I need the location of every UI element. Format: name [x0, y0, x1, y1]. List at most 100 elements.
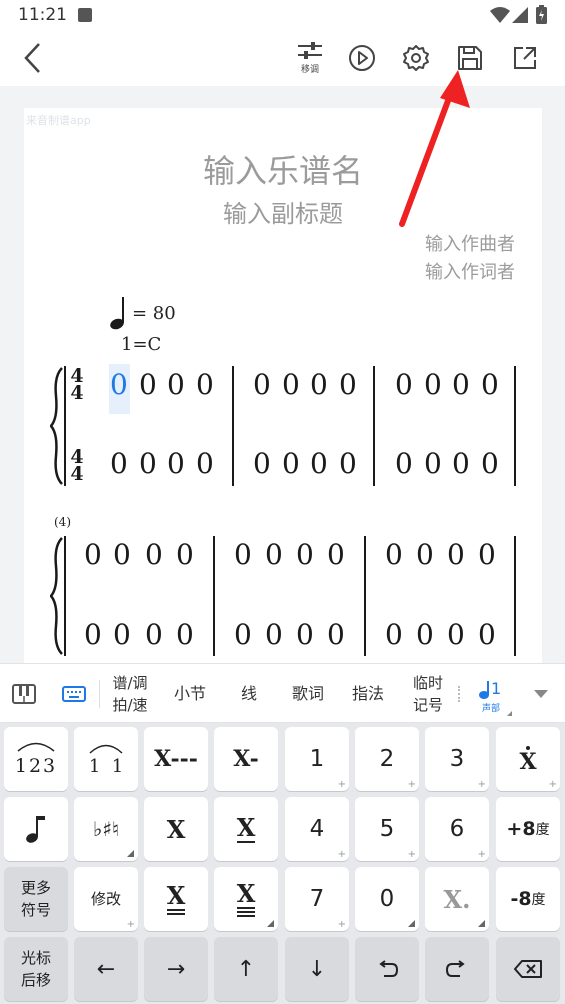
rest-note[interactable]: 0 — [416, 618, 434, 651]
accidental-key[interactable]: ♭♯♮ — [74, 797, 138, 861]
rest-note[interactable]: 0 — [167, 447, 185, 480]
rest-note[interactable]: 0 — [196, 368, 214, 401]
thirty-second-note-key[interactable]: X — [214, 867, 278, 931]
note-key-2[interactable]: 2 + — [355, 727, 419, 791]
redo-key[interactable] — [425, 937, 489, 1001]
tab-fingering[interactable]: 指法 — [340, 664, 396, 724]
keyboard-icon — [62, 686, 86, 702]
rest-note[interactable]: 0 — [145, 538, 163, 571]
rest-note[interactable]: 0 — [113, 618, 131, 651]
piano-keyboard-tab[interactable] — [0, 664, 48, 724]
voice-selector[interactable]: 1 声部 — [466, 664, 514, 724]
staccato-key[interactable]: X + — [496, 727, 560, 791]
keyboard-tab[interactable] — [50, 664, 98, 724]
rest-note[interactable]: 0 — [265, 618, 283, 651]
rest-note[interactable]: 0 — [265, 538, 283, 571]
tab-measure[interactable]: 小节 — [162, 664, 218, 724]
rest-note[interactable]: 0 — [395, 368, 413, 401]
backspace-key[interactable] — [496, 937, 560, 1001]
rest-note[interactable]: 0 — [310, 447, 328, 480]
rest-note[interactable]: 0 — [176, 538, 194, 571]
rest-note[interactable]: 0 — [416, 538, 434, 571]
rest-note[interactable]: 0 — [385, 538, 403, 571]
whole-note-key[interactable]: X--- — [144, 727, 208, 791]
rest-note[interactable]: 0 — [139, 447, 157, 480]
collapse-button[interactable] — [518, 664, 564, 724]
rest-note[interactable]: 0 — [395, 447, 413, 480]
grace-note-key[interactable] — [4, 797, 68, 861]
tie-key[interactable]: 1 1 — [74, 727, 138, 791]
cursor-note[interactable]: 0 — [110, 368, 128, 401]
sixteenth-note-key[interactable]: X — [144, 867, 208, 931]
rest-note[interactable]: 0 — [296, 538, 314, 571]
eighth-note-key[interactable]: X — [214, 797, 278, 861]
down-arrow-key[interactable]: ↓ — [285, 937, 349, 1001]
rest-note[interactable]: 0 — [253, 368, 271, 401]
rest-key[interactable]: 0 — [355, 867, 419, 931]
share-button[interactable] — [502, 30, 548, 86]
tab-lyrics[interactable]: 歌词 — [280, 664, 336, 724]
rest-note[interactable]: 0 — [110, 447, 128, 480]
lyricist-placeholder[interactable]: 输入作词者 — [425, 258, 515, 284]
play-button[interactable] — [340, 30, 384, 86]
rest-note[interactable]: 0 — [478, 538, 496, 571]
tab-line[interactable]: 线 — [222, 664, 276, 724]
rest-note[interactable]: 0 — [447, 618, 465, 651]
rest-note[interactable]: 0 — [176, 618, 194, 651]
rest-note[interactable]: 0 — [310, 368, 328, 401]
rest-note[interactable]: 0 — [145, 618, 163, 651]
rest-note[interactable]: 0 — [424, 368, 442, 401]
rest-note[interactable]: 0 — [452, 447, 470, 480]
rest-note[interactable]: 0 — [84, 538, 102, 571]
rest-note[interactable]: 0 — [282, 368, 300, 401]
key-signature[interactable]: 1=C — [121, 334, 161, 355]
rest-note[interactable]: 0 — [327, 618, 345, 651]
modify-key[interactable]: 修改 + — [74, 867, 138, 931]
left-arrow-key[interactable]: ← — [74, 937, 138, 1001]
triplet-key[interactable]: 123 — [4, 727, 68, 791]
back-button[interactable] — [10, 30, 56, 86]
undo-key[interactable] — [355, 937, 419, 1001]
more-symbols-key[interactable]: 更多 符号 — [4, 867, 68, 931]
rest-note[interactable]: 0 — [424, 447, 442, 480]
tab-staff-key-beat-speed[interactable]: 谱/调 拍/速 — [102, 664, 158, 724]
rest-note[interactable]: 0 — [327, 538, 345, 571]
tool-tab-bar: 谱/调 拍/速 小节 线 歌词 指法 临时 记号 1 声部 — [0, 663, 565, 723]
transpose-button[interactable]: 移调 — [286, 30, 334, 86]
rest-note[interactable]: 0 — [339, 447, 357, 480]
right-arrow-key[interactable]: → — [144, 937, 208, 1001]
rest-note[interactable]: 0 — [234, 618, 252, 651]
note-key-7[interactable]: 7 + — [285, 867, 349, 931]
cursor-move-back-key[interactable]: 光标 后移 — [4, 937, 68, 1001]
rest-note[interactable]: 0 — [478, 618, 496, 651]
note-key-5[interactable]: 5 + — [355, 797, 419, 861]
rest-note[interactable]: 0 — [139, 368, 157, 401]
rest-note[interactable]: 0 — [481, 447, 499, 480]
rest-note[interactable]: 0 — [452, 368, 470, 401]
rest-note[interactable]: 0 — [447, 538, 465, 571]
note-key-1[interactable]: 1 + — [285, 727, 349, 791]
rest-note[interactable]: 0 — [253, 447, 271, 480]
quarter-note-key[interactable]: X — [144, 797, 208, 861]
rest-note[interactable]: 0 — [339, 368, 357, 401]
tab-accidental[interactable]: 临时 记号 — [400, 664, 456, 724]
rest-note[interactable]: 0 — [84, 618, 102, 651]
rest-note[interactable]: 0 — [296, 618, 314, 651]
note-key-4[interactable]: 4 + — [285, 797, 349, 861]
tempo-value[interactable]: = 80 — [132, 303, 176, 324]
up-arrow-key[interactable]: ↑ — [214, 937, 278, 1001]
octave-down-key[interactable]: -8 度 — [496, 867, 560, 931]
rest-note[interactable]: 0 — [196, 447, 214, 480]
rest-note[interactable]: 0 — [282, 447, 300, 480]
rest-note[interactable]: 0 — [167, 368, 185, 401]
half-note-key[interactable]: X- — [214, 727, 278, 791]
rest-note[interactable]: 0 — [481, 368, 499, 401]
note-key-6[interactable]: 6 + — [425, 797, 489, 861]
rest-note[interactable]: 0 — [234, 538, 252, 571]
rest-note[interactable]: 0 — [385, 618, 403, 651]
dot-key[interactable]: X. — [425, 867, 489, 931]
note-key-3[interactable]: 3 + — [425, 727, 489, 791]
octave-up-key[interactable]: +8 度 — [496, 797, 560, 861]
plus-icon: + — [126, 919, 135, 930]
rest-note[interactable]: 0 — [113, 538, 131, 571]
